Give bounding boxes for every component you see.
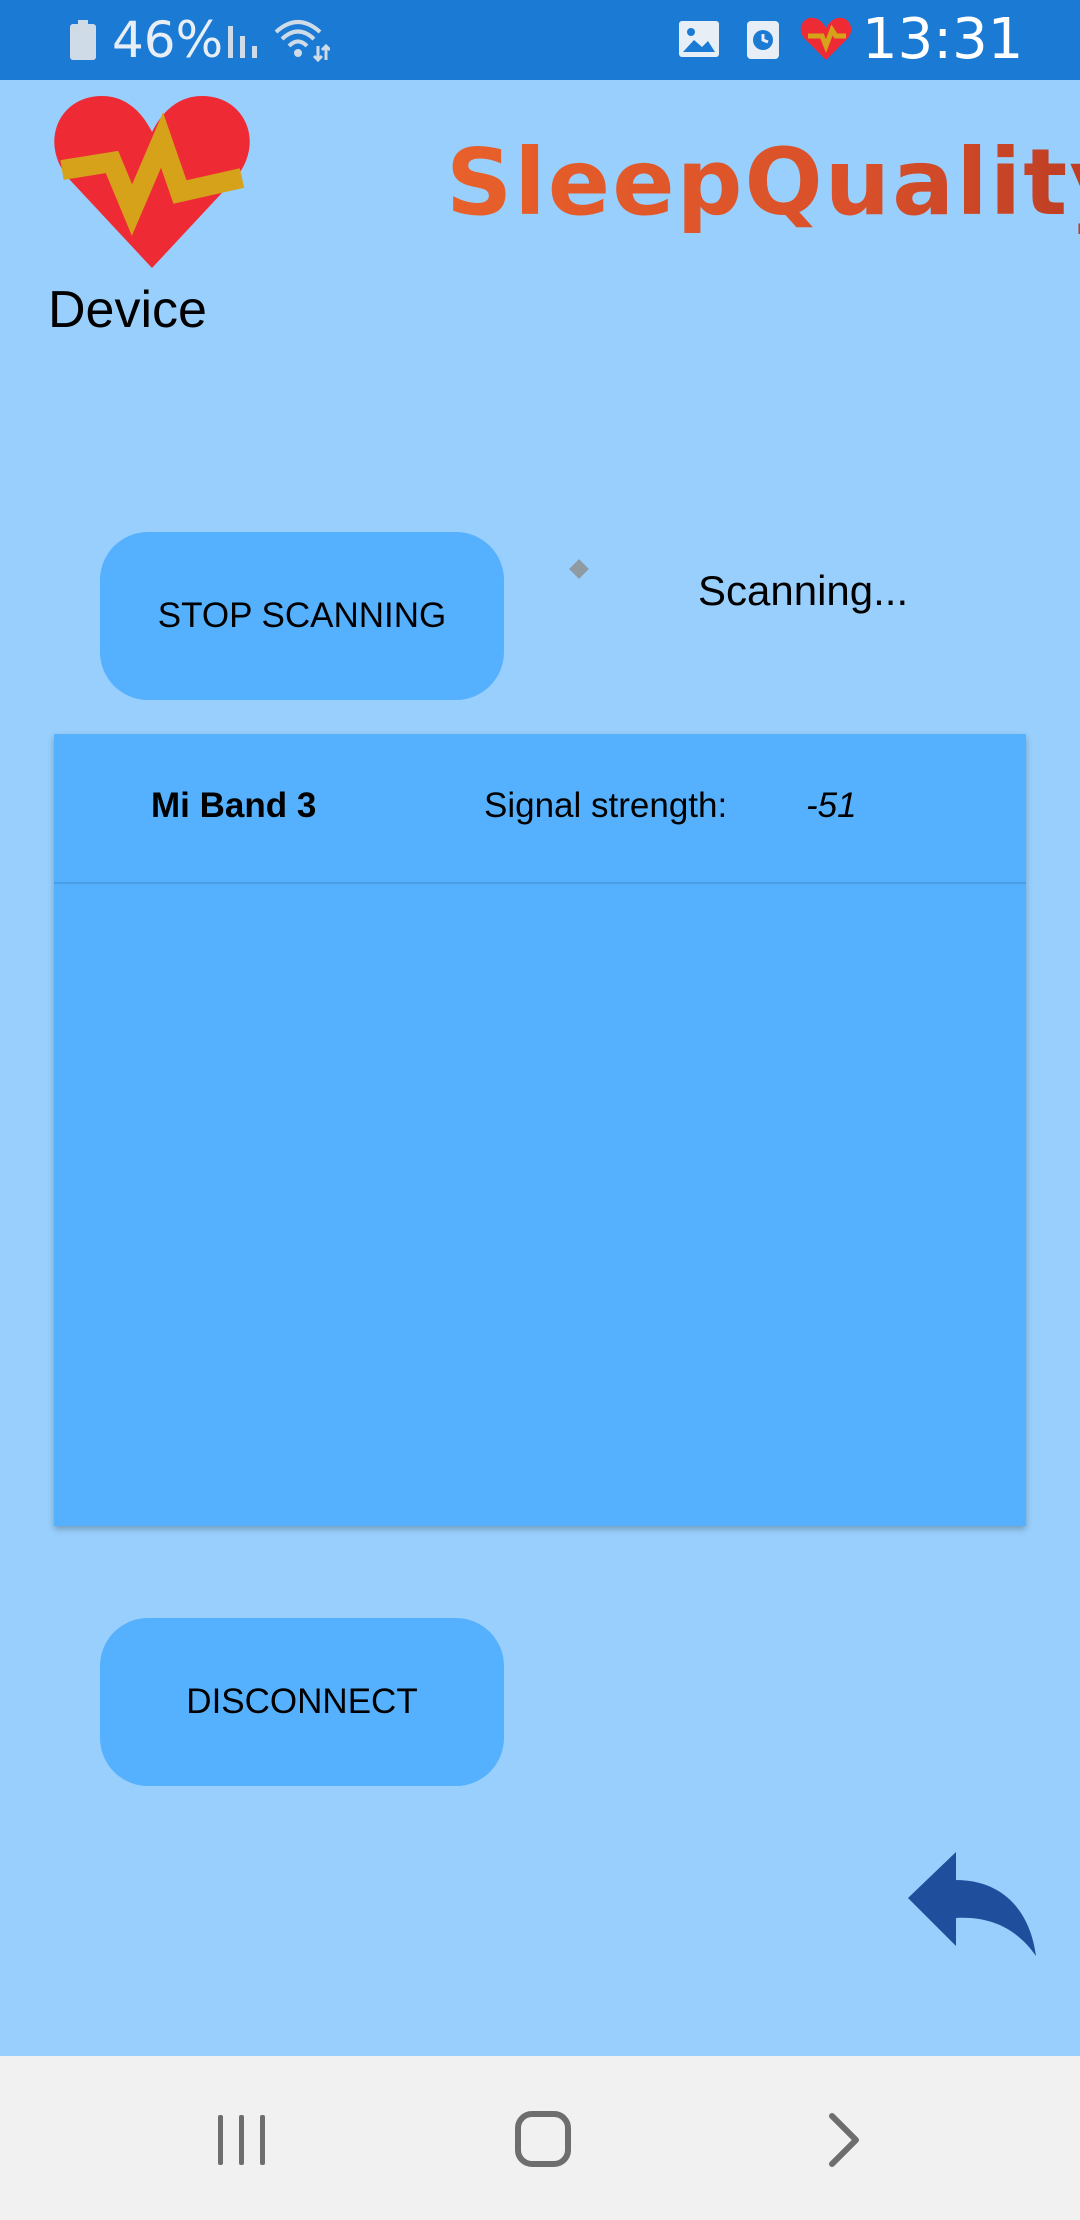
signal-strength-value: -51 xyxy=(806,786,857,825)
signal-strength-label: Signal strength: xyxy=(484,786,728,825)
list-item[interactable]: Mi Band 3 Signal strength: -51 xyxy=(54,734,1026,884)
navigation-bar xyxy=(0,2056,1080,2220)
battery-percentage: 46% xyxy=(112,11,224,69)
page-title: Device xyxy=(48,281,207,339)
back-icon[interactable] xyxy=(826,2112,862,2168)
wifi-icon xyxy=(274,20,330,62)
heart-logo-icon xyxy=(54,96,250,268)
gallery-icon xyxy=(679,21,719,57)
device-name: Mi Band 3 xyxy=(151,786,317,825)
app-name: SleepQuality xyxy=(446,128,1080,238)
status-bar: 46% 13:31 xyxy=(0,0,1080,80)
disconnect-button[interactable]: DISCONNECT xyxy=(100,1618,504,1786)
device-screen: 46% 13:31 Device SleepQuality STOP SCANN… xyxy=(0,0,1080,2220)
battery-icon xyxy=(70,20,96,60)
home-icon[interactable] xyxy=(514,2110,572,2168)
stop-scanning-button[interactable]: STOP SCANNING xyxy=(100,532,504,700)
app-heart-icon xyxy=(800,17,852,60)
spinner-icon xyxy=(569,559,589,579)
clock-time: 13:31 xyxy=(862,7,1024,72)
signal-icon xyxy=(228,26,257,58)
recents-icon[interactable] xyxy=(214,2112,270,2168)
scan-status-text: Scanning... xyxy=(698,567,909,614)
undo-back-icon[interactable] xyxy=(906,1850,1036,1960)
clock-icon xyxy=(747,21,779,59)
device-list: Mi Band 3 Signal strength: -51 xyxy=(54,734,1026,1526)
